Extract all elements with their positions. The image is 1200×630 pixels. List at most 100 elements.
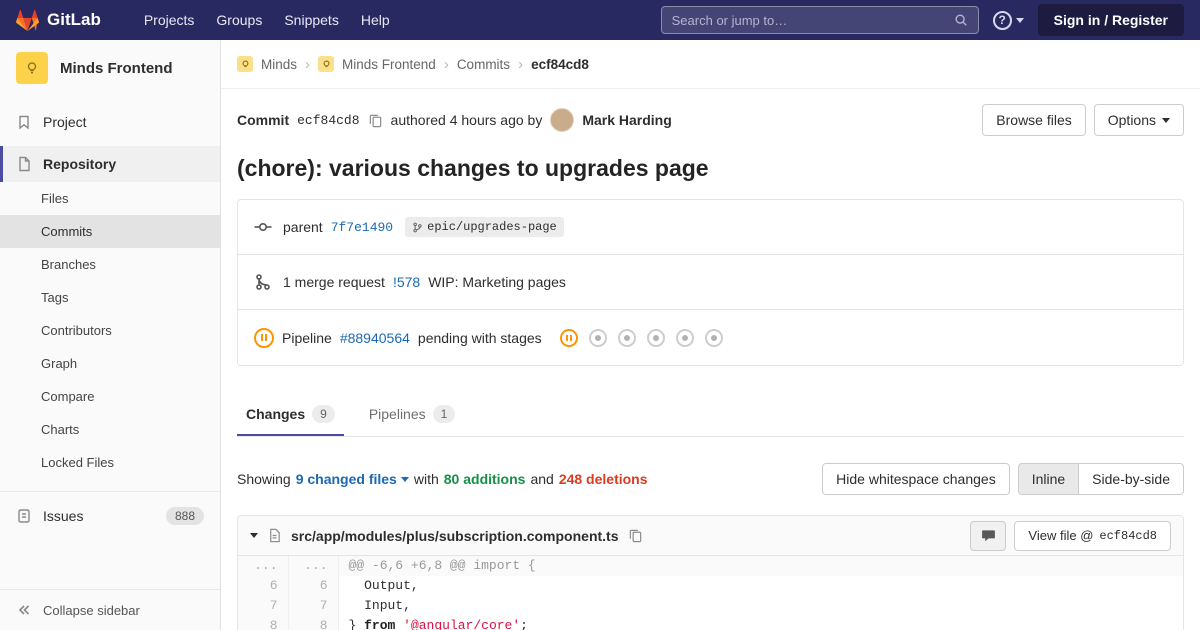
breadcrumb: Minds Minds Frontend Commits ecf84cd8 bbox=[221, 40, 1200, 89]
new-line-number[interactable]: 8 bbox=[288, 616, 339, 630]
copy-sha-icon[interactable] bbox=[368, 113, 383, 128]
sidebar-item-project[interactable]: Project bbox=[0, 104, 220, 140]
author-name-link[interactable]: Mark Harding bbox=[582, 112, 671, 128]
new-line-number[interactable]: 6 bbox=[288, 576, 339, 596]
collapse-sidebar-button[interactable]: Collapse sidebar bbox=[0, 590, 220, 630]
file-text-icon bbox=[267, 528, 282, 543]
sidebar-item-branches[interactable]: Branches bbox=[0, 248, 220, 281]
commit-label: Commit bbox=[237, 112, 290, 128]
sidebar-item-compare[interactable]: Compare bbox=[0, 380, 220, 413]
sidebar-item-repository[interactable]: Repository bbox=[0, 146, 220, 182]
stage-pending-icon[interactable] bbox=[559, 328, 578, 347]
code-line: Input, bbox=[348, 598, 411, 613]
chevron-down-icon bbox=[400, 476, 409, 486]
pipelines-count-badge: 1 bbox=[432, 405, 456, 423]
project-avatar bbox=[16, 52, 48, 84]
changed-files-dropdown[interactable]: 9 changed files bbox=[296, 471, 409, 487]
sign-in-button[interactable]: Sign in / Register bbox=[1037, 4, 1184, 36]
diff-file-path[interactable]: src/app/modules/plus/subscription.compon… bbox=[291, 528, 619, 544]
commit-icon bbox=[254, 218, 272, 236]
nav-projects[interactable]: Projects bbox=[133, 6, 206, 34]
search-input[interactable] bbox=[671, 12, 954, 28]
commit-tabs: Changes 9 Pipelines 1 bbox=[237, 392, 1184, 437]
search-icon bbox=[954, 13, 968, 27]
pipeline-id-link[interactable]: #88940564 bbox=[340, 330, 410, 346]
sidebar-item-tags[interactable]: Tags bbox=[0, 281, 220, 314]
sidebar-item-files[interactable]: Files bbox=[0, 182, 220, 215]
branch-icon bbox=[412, 222, 423, 233]
sidebar-item-graph[interactable]: Graph bbox=[0, 347, 220, 380]
breadcrumb-minds[interactable]: Minds bbox=[261, 57, 297, 72]
sidebar-item-issues[interactable]: Issues 888 bbox=[0, 497, 220, 535]
parent-label: parent bbox=[283, 219, 323, 235]
help-menu[interactable] bbox=[992, 10, 1024, 30]
tab-changes[interactable]: Changes 9 bbox=[237, 392, 344, 436]
chevron-down-icon bbox=[1015, 17, 1024, 27]
main-menu: Projects Groups Snippets Help bbox=[133, 6, 401, 34]
project-context-header[interactable]: Minds Frontend bbox=[0, 40, 220, 94]
sidebar-item-charts[interactable]: Charts bbox=[0, 413, 220, 446]
old-line-number[interactable]: 8 bbox=[238, 616, 289, 630]
breadcrumb-current-sha: ecf84cd8 bbox=[531, 56, 589, 72]
browse-files-button[interactable]: Browse files bbox=[982, 104, 1086, 136]
stage-created-icon[interactable] bbox=[675, 328, 694, 347]
stage-created-icon[interactable] bbox=[588, 328, 607, 347]
hunk-header-row: ... ... @@ -6,6 +6,8 @@ import { bbox=[238, 556, 1183, 576]
side-by-side-view-button[interactable]: Side-by-side bbox=[1078, 463, 1184, 495]
diff-view-toggle: Inline Side-by-side bbox=[1017, 463, 1184, 495]
nav-groups[interactable]: Groups bbox=[205, 6, 273, 34]
additions-count: 80 additions bbox=[443, 471, 526, 487]
options-dropdown-button[interactable]: Options bbox=[1093, 104, 1184, 136]
project-name: Minds Frontend bbox=[60, 59, 173, 77]
code-line: } from '@angular/core'; bbox=[348, 618, 528, 630]
code-line: Output, bbox=[348, 578, 419, 593]
breadcrumb-separator bbox=[305, 56, 310, 73]
brand-name: GitLab bbox=[47, 10, 101, 29]
diff-line-row: 8 8 } from '@angular/core'; bbox=[238, 616, 1183, 630]
issues-icon bbox=[16, 508, 32, 524]
commit-meta-row: Commit ecf84cd8 authored 4 hours ago by … bbox=[237, 89, 1184, 136]
parent-sha-link[interactable]: 7f7e1490 bbox=[331, 220, 393, 235]
nav-help[interactable]: Help bbox=[350, 6, 401, 34]
pipeline-status-pending-icon[interactable] bbox=[254, 327, 274, 348]
stage-created-icon[interactable] bbox=[617, 328, 636, 347]
breadcrumb-separator bbox=[444, 56, 449, 73]
toggle-comments-button[interactable] bbox=[970, 520, 1007, 551]
new-line-number[interactable]: 7 bbox=[288, 596, 339, 616]
view-file-button[interactable]: View file @ ecf84cd8 bbox=[1014, 520, 1171, 551]
changes-count-badge: 9 bbox=[312, 405, 335, 423]
copy-path-icon[interactable] bbox=[628, 528, 643, 543]
hide-whitespace-button[interactable]: Hide whitespace changes bbox=[822, 463, 1010, 495]
stage-created-icon[interactable] bbox=[704, 328, 723, 347]
breadcrumb-minds-frontend[interactable]: Minds Frontend bbox=[342, 57, 436, 72]
parent-row: parent 7f7e1490 epic/upgrades-page bbox=[238, 200, 1183, 255]
gitlab-home-link[interactable]: GitLab bbox=[16, 9, 101, 32]
collapse-diff-icon[interactable] bbox=[250, 533, 258, 542]
mr-ref-link[interactable]: !578 bbox=[393, 274, 420, 290]
sidebar-item-locked-files[interactable]: Locked Files bbox=[0, 446, 220, 479]
breadcrumb-commits[interactable]: Commits bbox=[457, 57, 510, 72]
pipeline-mini-graph bbox=[559, 328, 723, 347]
branch-ref-tag[interactable]: epic/upgrades-page bbox=[405, 217, 564, 237]
nav-snippets[interactable]: Snippets bbox=[273, 6, 349, 34]
old-line-number[interactable]: 7 bbox=[238, 596, 289, 616]
new-line-number: ... bbox=[288, 556, 339, 576]
inline-view-button[interactable]: Inline bbox=[1017, 463, 1080, 495]
sidebar-divider: Issues 888 bbox=[0, 491, 220, 535]
diff-file-panel: src/app/modules/plus/subscription.compon… bbox=[237, 515, 1184, 630]
diff-line-row: 6 6 Output, bbox=[238, 576, 1183, 596]
sidebar-item-commits[interactable]: Commits bbox=[0, 215, 220, 248]
global-search[interactable] bbox=[660, 6, 979, 34]
project-sidebar: Minds Frontend Project Repository Files … bbox=[0, 40, 221, 630]
deletions-count: 248 deletions bbox=[558, 471, 648, 487]
old-line-number[interactable]: 6 bbox=[238, 576, 289, 596]
minds-group-avatar bbox=[237, 56, 253, 72]
diff-line-row: 7 7 Input, bbox=[238, 596, 1183, 616]
diff-table: ... ... @@ -6,6 +6,8 @@ import { 6 6 Out… bbox=[238, 556, 1183, 630]
sidebar-item-contributors[interactable]: Contributors bbox=[0, 314, 220, 347]
document-icon bbox=[16, 156, 32, 172]
issues-count-badge: 888 bbox=[165, 507, 204, 525]
tab-pipelines[interactable]: Pipelines 1 bbox=[360, 392, 465, 436]
author-avatar[interactable] bbox=[550, 108, 575, 132]
stage-created-icon[interactable] bbox=[646, 328, 665, 347]
